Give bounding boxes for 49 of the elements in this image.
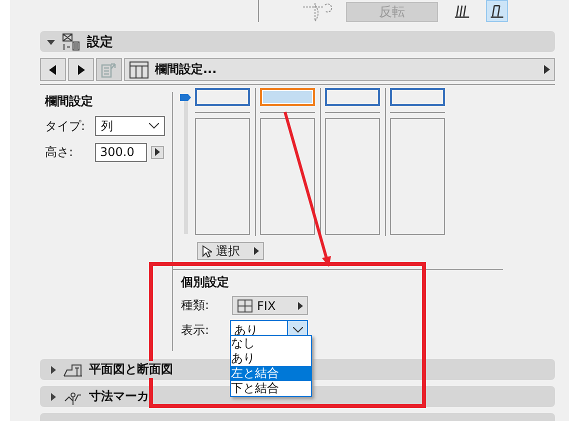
left-triangle-icon [49,64,57,74]
kind-label: 種類: [181,297,210,314]
window-pane[interactable] [195,118,250,235]
display-label: 表示: [181,322,210,338]
individual-settings-title: 個別設定 [181,274,230,291]
next-button[interactable] [68,58,94,81]
vertical-slider[interactable] [180,94,191,234]
grid-icon [129,60,149,78]
expand-triangle-icon [49,366,57,374]
dropdown-option[interactable]: 左と結合 [231,366,311,381]
transom-pane[interactable] [195,88,250,106]
window-icon [237,298,253,312]
view-toggle-button[interactable] [486,0,508,22]
window-pane[interactable] [390,118,445,235]
transom-pane[interactable] [390,88,445,106]
slider-thumb[interactable] [180,94,191,101]
right-triangle-icon [77,64,85,74]
door-swing-icon [301,1,335,23]
dropdown-option[interactable]: 下と結合 [231,381,311,396]
right-triangle-icon [155,148,160,156]
height-input[interactable]: 300.0 [95,142,147,162]
settings-icon [62,32,80,50]
section-title: 設定 [87,34,113,50]
expand-triangle-icon [47,38,55,46]
settings-dropdown[interactable]: 欄間設定... [124,58,555,81]
section-plan-icon [63,362,83,376]
stair-icon [454,3,470,19]
chevron-down-icon [149,123,159,129]
height-label: 高さ: [45,144,74,160]
window-pane[interactable] [325,118,380,235]
stair-icon [489,3,505,19]
type-label: タイプ: [45,118,86,134]
right-triangle-icon [298,302,303,310]
right-triangle-icon [254,247,259,255]
kind-button[interactable]: FIX [232,296,308,315]
transom-settings-title: 欄間設定 [45,93,94,110]
chevron-down-icon [292,327,302,333]
transom-pane[interactable] [325,88,380,106]
right-triangle-icon [544,65,550,74]
previous-button[interactable] [40,58,66,81]
type-select[interactable]: 列 [95,116,165,136]
transom-pane[interactable] [260,88,315,106]
window-pane[interactable] [260,118,315,235]
select-button[interactable]: 選択 [197,242,264,260]
height-menu-button[interactable] [151,146,164,158]
expand-triangle-icon [49,392,57,400]
section-header[interactable]: 設定 [40,31,555,52]
document-arrow-icon [100,60,118,78]
cursor-icon [202,244,212,258]
